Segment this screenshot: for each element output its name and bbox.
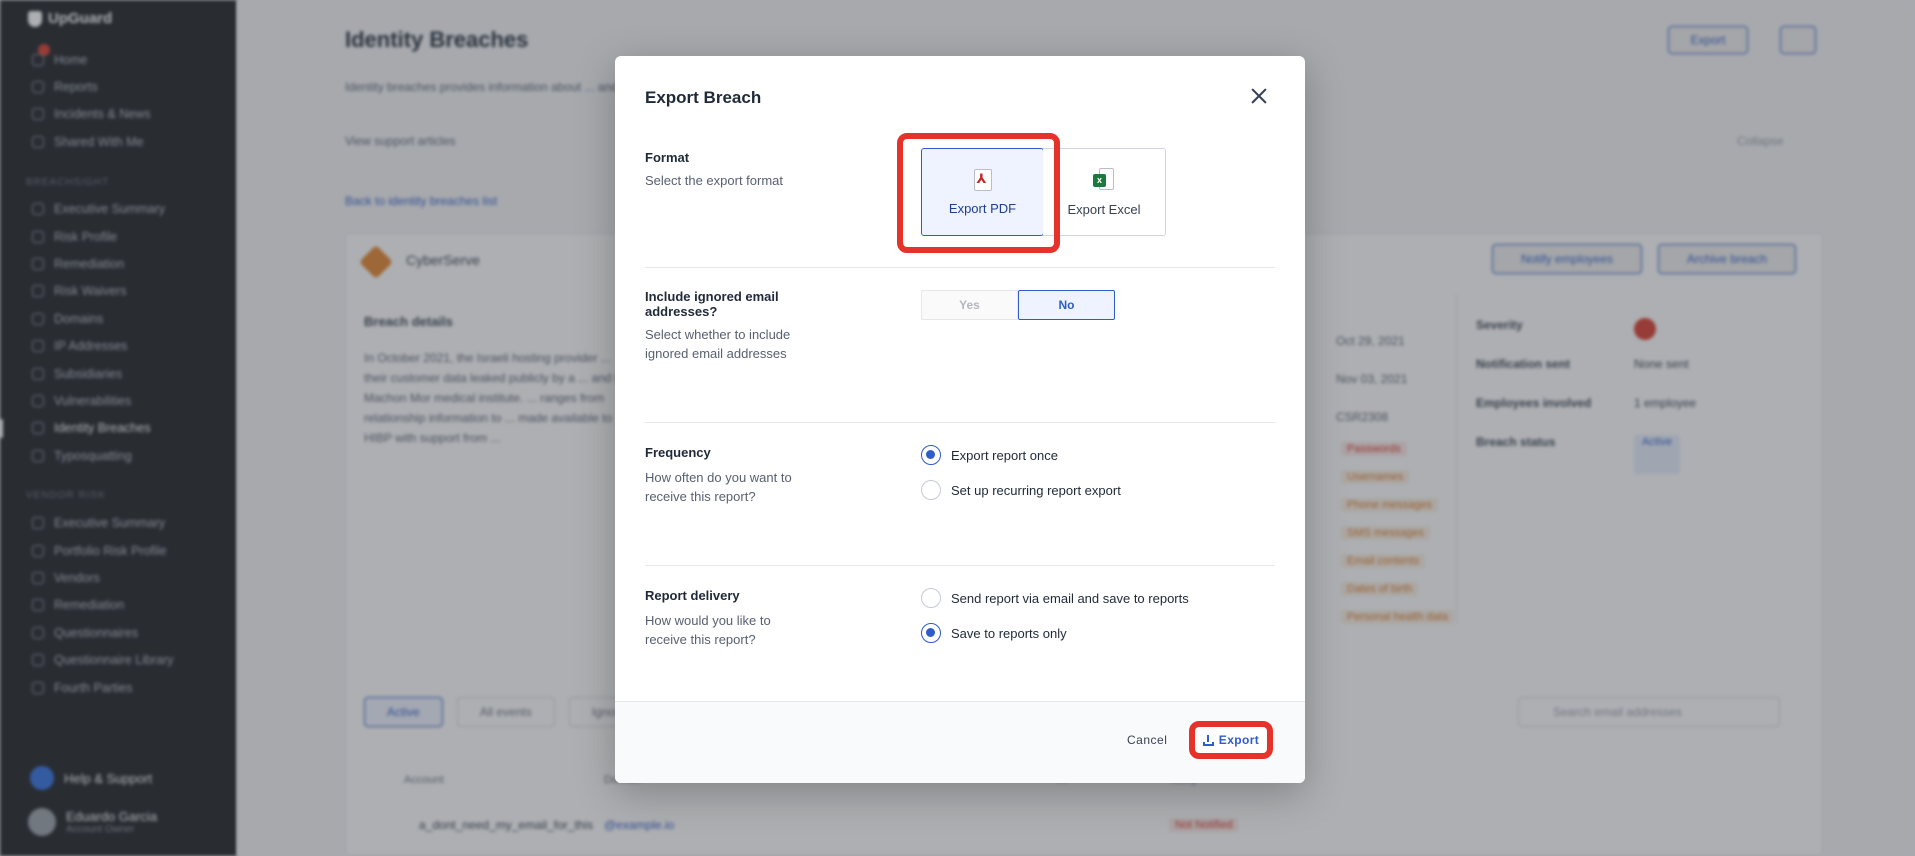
export-pdf-label: Export PDF: [948, 200, 1017, 216]
ignored-label: Include ignored email addresses?: [645, 289, 779, 319]
divider: [645, 422, 1275, 423]
export-pdf-option[interactable]: Export PDF: [921, 148, 1044, 236]
ignored-description: Select whether to include ignored email …: [645, 327, 791, 361]
delivery-save-only-option[interactable]: Save to reports only: [921, 623, 1067, 643]
ignored-yes-option[interactable]: Yes: [921, 290, 1018, 320]
delivery-email-option[interactable]: Send report via email and save to report…: [921, 588, 1189, 608]
export-breach-modal: Export Breach Format Select the export f…: [615, 56, 1305, 783]
ignored-toggle: Yes No: [921, 290, 1115, 320]
radio-label: Export report once: [951, 447, 1058, 463]
divider: [645, 565, 1275, 566]
delivery-description: How would you like to receive this repor…: [645, 613, 771, 647]
cancel-button[interactable]: Cancel: [1127, 733, 1167, 747]
export-button[interactable]: Export: [1197, 727, 1265, 753]
export-excel-label: Export Excel: [1067, 201, 1141, 217]
delivery-label: Report delivery: [645, 588, 740, 603]
modal-title: Export Breach: [645, 88, 762, 107]
frequency-description: How often do you want to receive this re…: [645, 470, 792, 504]
divider: [645, 267, 1275, 268]
radio-label: Send report via email and save to report…: [951, 590, 1189, 606]
radio-label: Save to reports only: [951, 625, 1067, 641]
ignored-no-option[interactable]: No: [1018, 290, 1115, 320]
modal-footer: Cancel Export: [615, 701, 1305, 783]
radio-button[interactable]: [921, 480, 941, 500]
export-button-label: Export: [1218, 733, 1260, 747]
format-description: Select the export format: [645, 173, 784, 188]
radio-button[interactable]: [921, 588, 941, 608]
close-icon[interactable]: [1247, 84, 1271, 108]
export-excel-option[interactable]: x Export Excel: [1043, 148, 1166, 236]
radio-label: Set up recurring report export: [951, 482, 1121, 498]
format-label: Format: [645, 150, 690, 165]
download-icon: [1202, 734, 1214, 746]
frequency-label: Frequency: [645, 445, 711, 460]
excel-file-icon: x: [1093, 167, 1115, 192]
pdf-file-icon: [973, 168, 992, 191]
radio-button[interactable]: [921, 445, 941, 465]
radio-button[interactable]: [921, 623, 941, 643]
frequency-once-option[interactable]: Export report once: [921, 445, 1058, 465]
frequency-recurring-option[interactable]: Set up recurring report export: [921, 480, 1121, 500]
